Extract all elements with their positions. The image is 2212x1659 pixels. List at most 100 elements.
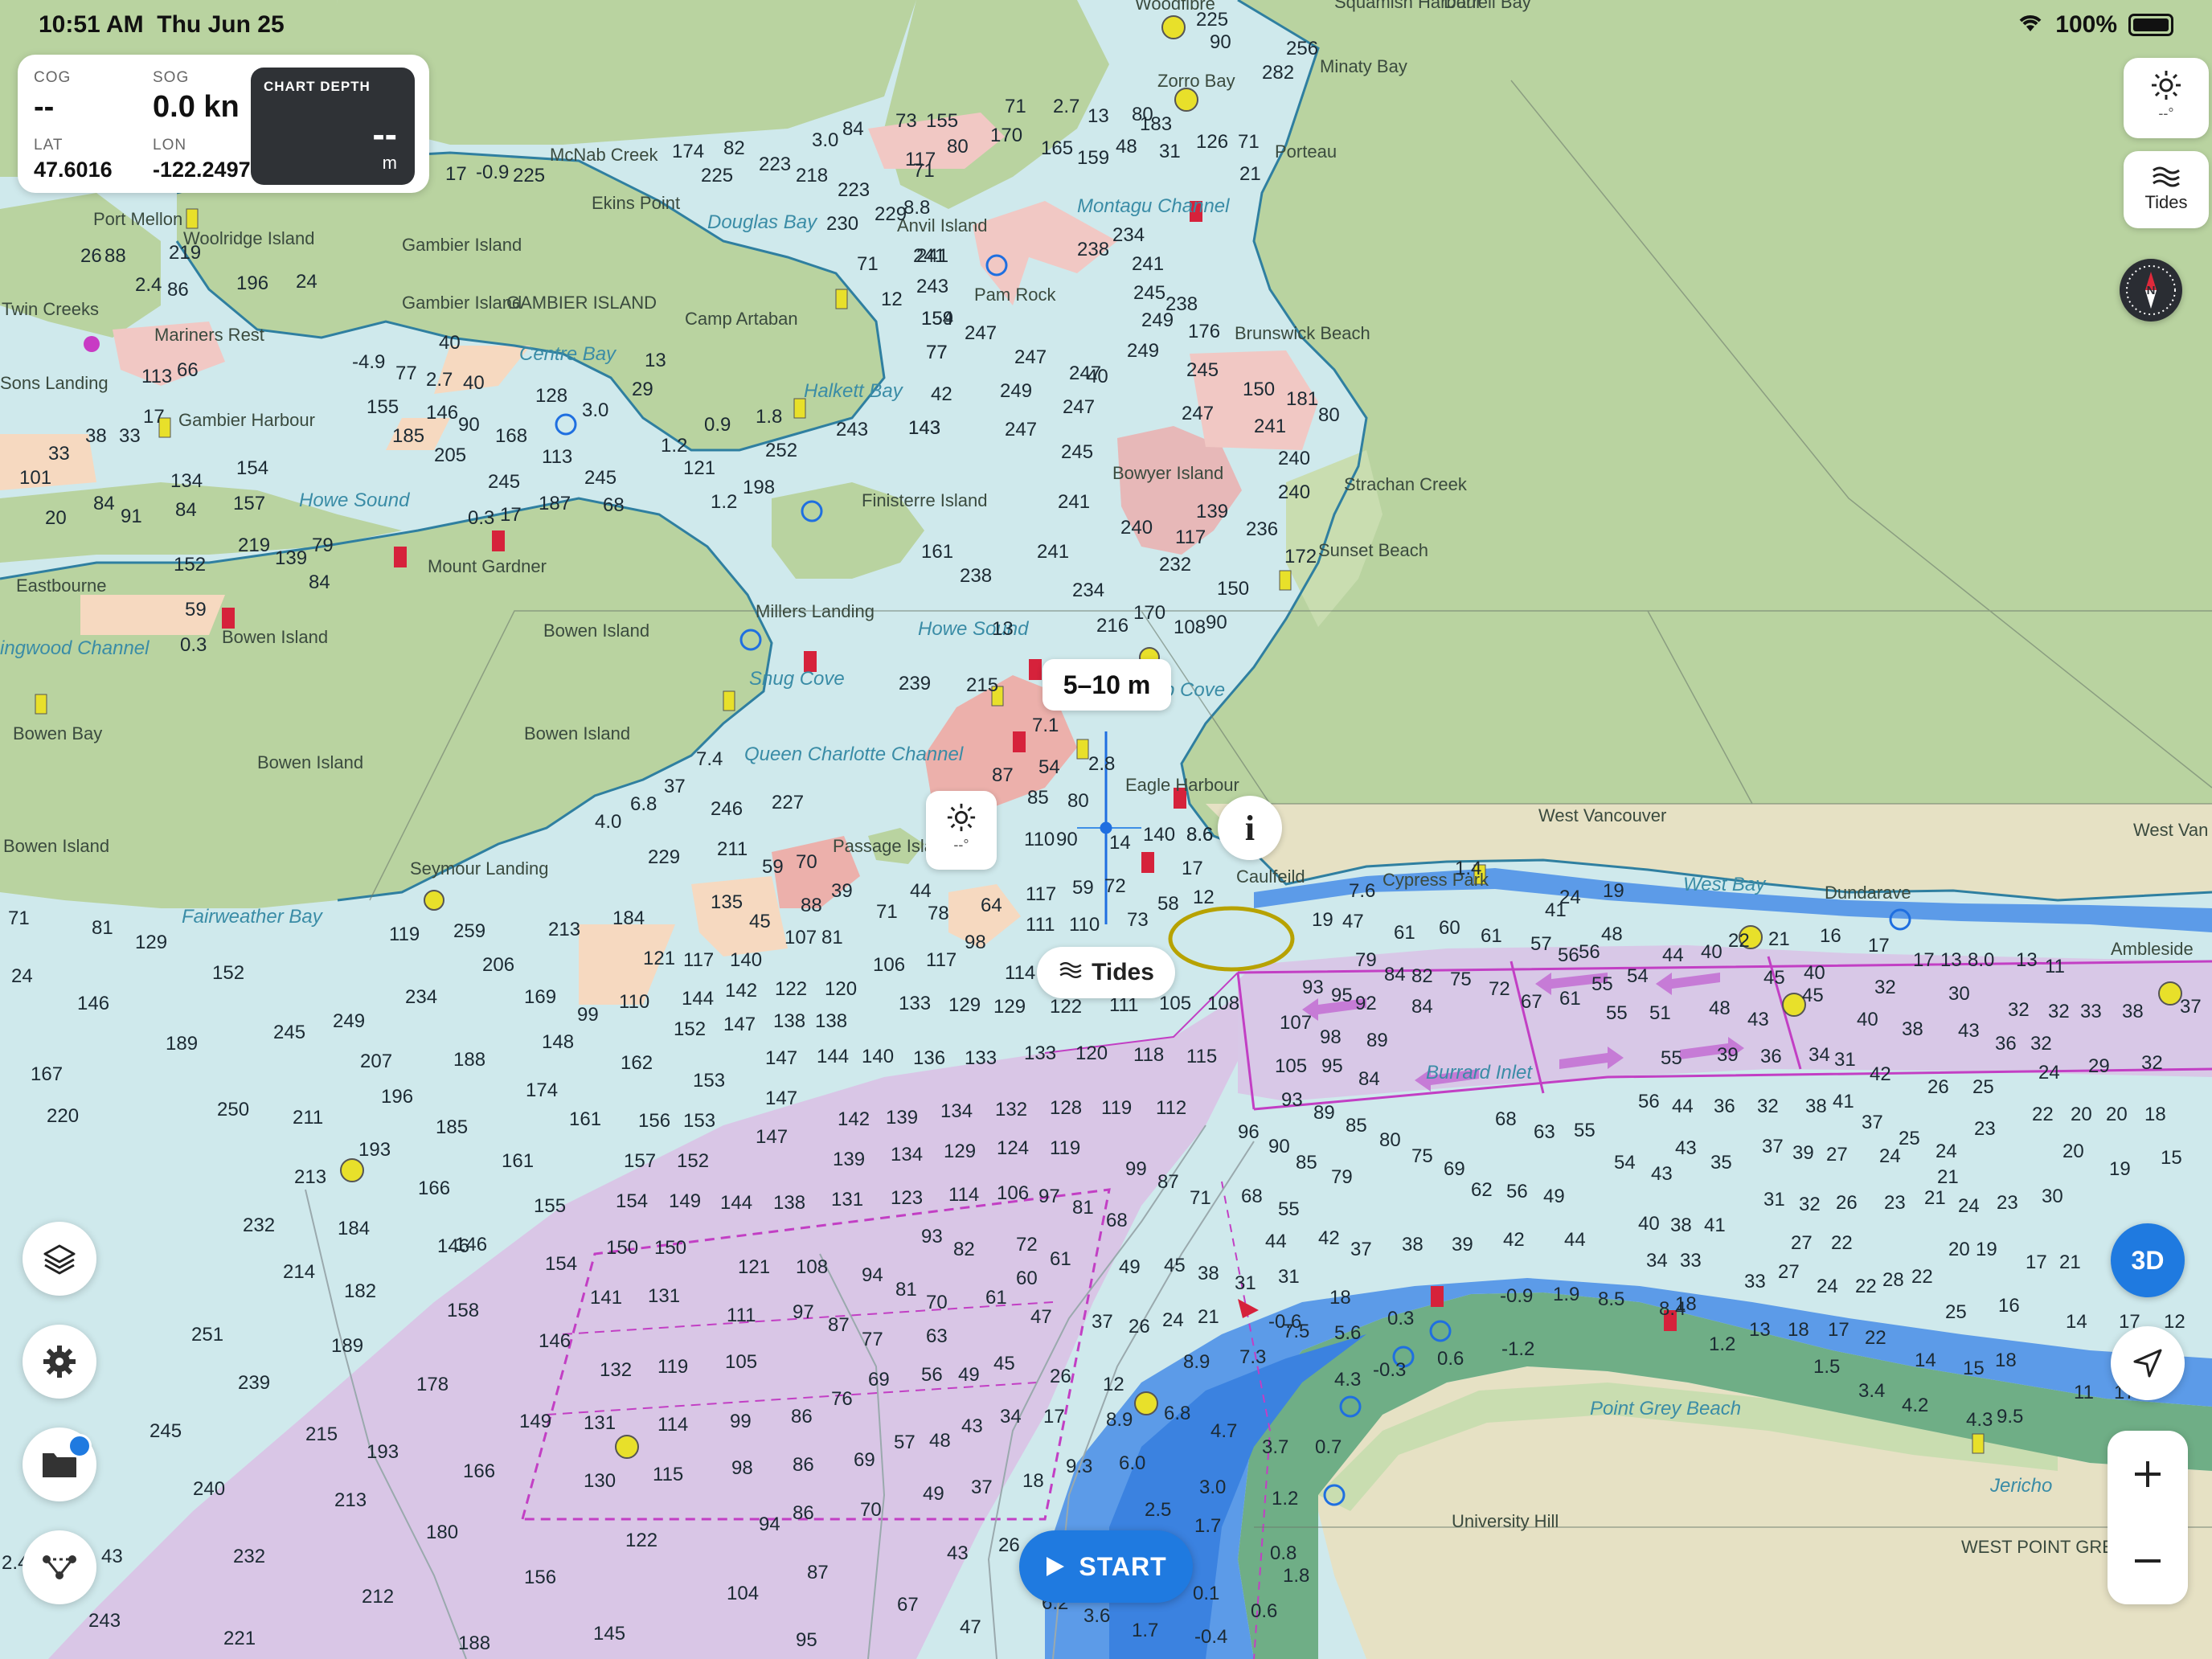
depth-sounding: 154 [236,457,268,479]
depth-sounding: 12 [2164,1311,2185,1333]
depth-sounding: 21 [1198,1306,1219,1328]
zoom-in-button[interactable] [2108,1431,2188,1518]
depth-sounding: 2.4 [135,274,162,296]
map-tides-button[interactable]: Tides [1037,947,1175,998]
depth-sounding: 205 [434,444,466,466]
depth-sounding: 24 [2038,1062,2060,1083]
depth-sounding: 121 [643,948,675,969]
depth-sounding: 82 [953,1239,975,1260]
depth-sounding: 42 [931,383,952,405]
minus-icon [2135,1559,2161,1563]
label-bowen-island-5: Bowen Island [3,836,109,856]
depth-sounding: 185 [392,425,424,447]
label-camp-artaban: Camp Artaban [685,309,798,329]
depth-sounding: 13 [1088,105,1109,127]
start-button[interactable]: START [1019,1530,1193,1603]
depth-sounding: 95 [1321,1055,1343,1077]
depth-sounding: 181 [1286,388,1318,410]
depth-sounding: 26 [1927,1076,1949,1098]
depth-sounding: 98 [965,932,986,953]
depth-sounding: 150 [654,1237,686,1259]
depth-sounding: 123 [891,1187,923,1209]
depth-sounding: 98 [1320,1026,1342,1048]
depth-sounding: 111 [727,1305,756,1326]
label-snug-cove: Snug Cove [749,668,845,690]
depth-sounding: 67 [1521,991,1542,1013]
locate-button[interactable] [2111,1326,2185,1400]
depth-sounding: 161 [569,1108,601,1130]
depth-sounding: 17 [445,163,467,185]
label-halkett-bay: Halkett Bay [804,380,904,402]
depth-sounding: 7.6 [1349,880,1375,902]
tides-button[interactable]: Tides [2124,151,2209,228]
depth-sounding: 138 [773,1192,805,1214]
route-button[interactable] [23,1530,96,1604]
depth-sounding: 62 [1471,1179,1493,1201]
depth-sounding: 143 [908,417,940,439]
depth-sounding: 19 [1976,1239,1997,1260]
depth-sounding: 150 [606,1237,638,1259]
depth-sounding: 20 [2062,1141,2084,1162]
depth-sounding: 146 [437,1235,469,1257]
depth-sounding: 215 [966,674,998,696]
depth-sounding: 1.7 [1194,1515,1221,1537]
nautical-chart-map[interactable]: Woodfibre Squamish Harbour Darrell Bay M… [0,0,2212,1659]
depth-sounding: 147 [756,1126,788,1148]
info-button[interactable]: i [1218,796,1282,860]
depth-sounding: 17 [500,504,522,526]
zoom-out-button[interactable] [2108,1518,2188,1604]
label-ingwood-channel: ingwood Channel [0,637,150,659]
depth-sounding: 259 [453,920,485,942]
status-time: 10:51 AM Thu Jun 25 [39,11,285,39]
files-button[interactable] [23,1428,96,1501]
depth-sounding: 32 [2008,999,2030,1021]
depth-sounding: 11 [2045,956,2065,977]
depth-sounding: 26 [1050,1366,1071,1387]
depth-sounding: 37 [971,1477,993,1498]
3d-toggle-button[interactable]: 3D [2111,1223,2185,1297]
depth-sounding: 85 [1346,1115,1367,1137]
depth-sounding: 3.6 [1083,1605,1110,1627]
depth-sounding: 122 [1050,996,1082,1018]
settings-button[interactable] [23,1325,96,1399]
navigation-data-panel[interactable]: COG -- SOG 0.0 kn LAT 47.6016 LON -122.2… [18,55,429,193]
depth-sounding: 80 [947,136,969,158]
depth-sounding: 144 [720,1192,752,1214]
depth-sounding: 22 [1831,1232,1853,1254]
chart-depth-box[interactable]: CHART DEPTH -- m [251,68,415,185]
depth-sounding: 54 [1627,965,1649,987]
depth-sounding: 87 [828,1314,850,1336]
depth-sounding: 121 [683,457,715,479]
map-brightness-value: --° [953,837,969,853]
compass-button[interactable]: N [2120,259,2182,322]
depth-sounding: 0.9 [704,414,731,436]
depth-sounding: 88 [104,245,126,267]
depth-sounding: 31 [1834,1049,1856,1071]
depth-sounding: 114 [1005,962,1035,984]
depth-sounding: 229 [875,203,907,225]
brightness-button[interactable]: --° [2124,58,2209,138]
depth-sounding: 169 [524,986,556,1008]
depth-sounding: 79 [312,535,334,556]
depth-sounding: 240 [1120,517,1153,539]
depth-sounding: 236 [1246,518,1278,540]
map-brightness-button[interactable]: --° [926,791,997,870]
depth-sounding: 21 [1924,1187,1946,1209]
depth-sounding: 71 [8,907,30,929]
depth-sounding: 229 [648,846,680,868]
depth-sounding: 17 [1043,1406,1065,1428]
depth-sounding: 92 [1355,993,1377,1014]
depth-sounding: 33 [2080,1001,2102,1022]
depth-sounding: 49 [958,1364,980,1386]
layers-button[interactable] [23,1222,96,1296]
depth-sounding: 69 [854,1449,875,1471]
depth-sounding: 117 [1026,883,1056,905]
depth-sounding: 129 [948,994,981,1016]
depth-sounding: 249 [333,1010,365,1032]
label-gambier-island-2: Gambier Island [402,293,522,313]
depth-sounding: 24 [11,965,33,987]
depth-sounding: 90 [1268,1136,1290,1157]
depth-sounding: 188 [453,1049,485,1071]
depth-sounding: 241 [916,245,948,267]
depth-sounding: 14 [2066,1311,2087,1333]
